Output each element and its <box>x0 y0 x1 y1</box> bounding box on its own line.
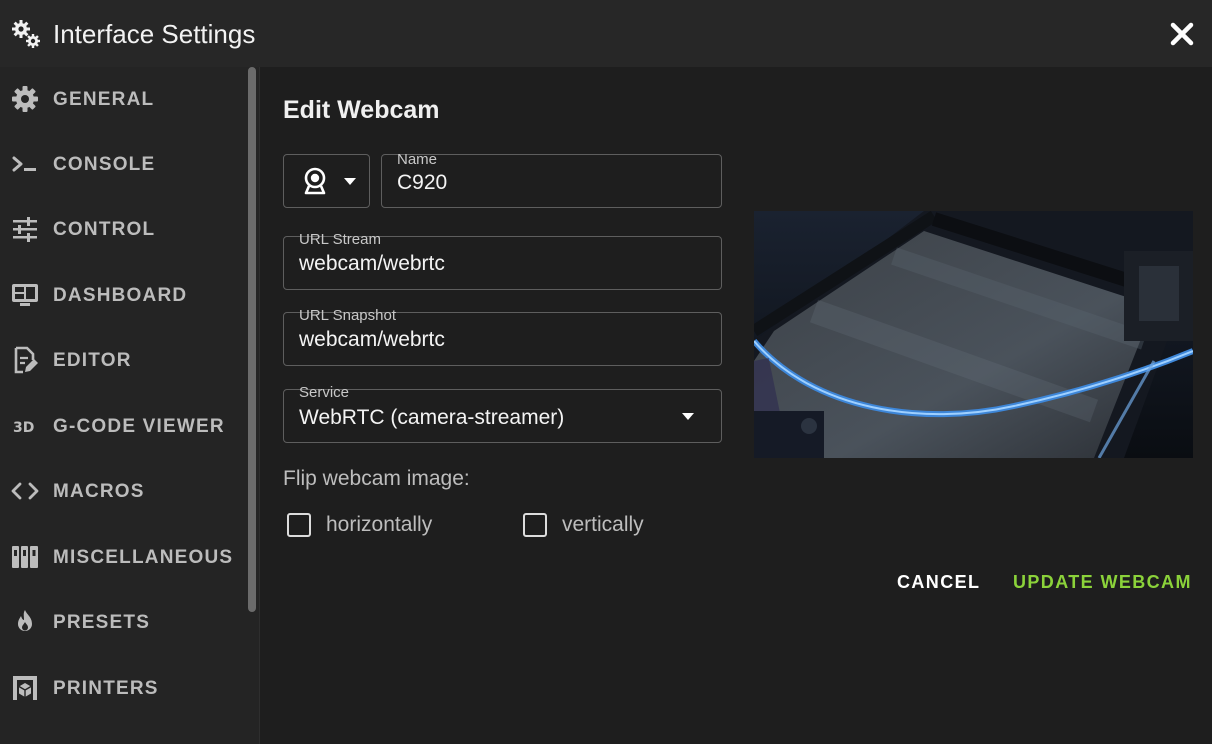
window-title: Interface Settings <box>53 19 256 49</box>
sidebar-item-editor[interactable]: EDITOR <box>0 329 245 389</box>
name-value: C920 <box>397 171 448 194</box>
url-stream-label: URL Stream <box>299 231 381 248</box>
miscellaneous-icon <box>12 546 38 568</box>
cogs-icon <box>12 20 40 48</box>
sidebar-item-label: EDITOR <box>53 350 132 371</box>
sidebar-item-label: PRINTERS <box>53 678 159 699</box>
sidebar-item-label: MISCELLANEOUS <box>53 547 234 568</box>
gear-icon <box>12 86 38 112</box>
sidebar-item-label: PRESETS <box>53 612 151 633</box>
tune-icon <box>13 217 37 242</box>
page-title: Edit Webcam <box>283 96 440 124</box>
3d-icon: 3D <box>13 420 34 436</box>
cancel-button[interactable]: CANCEL <box>897 571 980 593</box>
webcam-icon <box>304 167 326 195</box>
service-select[interactable]: Service WebRTC (camera-streamer) <box>283 384 722 443</box>
checkbox-box[interactable] <box>287 513 311 537</box>
sidebar-item-label: GENERAL <box>53 89 155 110</box>
url-stream-field[interactable]: URL Stream webcam/webrtc <box>283 231 722 290</box>
close-icon[interactable] <box>1168 20 1196 48</box>
sidebar-item-gcode-viewer[interactable]: 3D G-CODE VIEWER <box>0 395 245 455</box>
chevron-down-icon <box>682 413 694 420</box>
url-snapshot-label: URL Snapshot <box>299 307 397 324</box>
sidebar-item-presets[interactable]: PRESETS <box>0 591 245 651</box>
flip-vertical-checkbox[interactable]: vertically <box>523 513 663 539</box>
sidebar-item-macros[interactable]: MACROS <box>0 460 245 520</box>
flip-horizontal-label: horizontally <box>326 513 433 536</box>
console-icon <box>12 156 36 172</box>
sidebar-item-miscellaneous[interactable]: MISCELLANEOUS <box>0 526 245 586</box>
flip-vertical-label: vertically <box>562 513 644 536</box>
webcam-preview <box>754 211 1193 458</box>
sidebar-item-dashboard[interactable]: DASHBOARD <box>0 264 245 324</box>
printer-3d-icon <box>13 676 37 700</box>
file-edit-icon <box>14 346 38 374</box>
sidebar-item-label: DASHBOARD <box>53 285 188 306</box>
sidebar-item-general[interactable]: GENERAL <box>0 68 245 128</box>
sidebar-item-control[interactable]: CONTROL <box>0 198 245 258</box>
sidebar-item-printers[interactable]: PRINTERS <box>0 657 245 717</box>
webcam-preview-image <box>754 211 1193 458</box>
sidebar-item-label: MACROS <box>53 481 145 502</box>
title-bar: Interface Settings <box>0 0 1212 67</box>
monitor-dashboard-icon <box>12 284 38 306</box>
sidebar-item-label: G-CODE VIEWER <box>53 416 225 437</box>
webcam-icon-select[interactable] <box>283 154 370 208</box>
name-field[interactable]: Name C920 <box>381 151 722 208</box>
code-brackets-icon <box>11 482 39 500</box>
sidebar-item-console[interactable]: CONSOLE <box>0 133 245 193</box>
update-webcam-button[interactable]: UPDATE WEBCAM <box>1013 571 1192 593</box>
service-value: WebRTC (camera-streamer) <box>299 406 565 429</box>
sidebar-item-label: CONTROL <box>53 219 156 240</box>
name-label: Name <box>397 151 438 168</box>
checkbox-box[interactable] <box>523 513 547 537</box>
url-stream-value: webcam/webrtc <box>299 252 445 275</box>
flip-horizontal-checkbox[interactable]: horizontally <box>287 513 447 539</box>
fire-icon <box>18 610 32 631</box>
service-label: Service <box>299 384 350 401</box>
url-snapshot-field[interactable]: URL Snapshot webcam/webrtc <box>283 307 722 366</box>
sidebar-item-label: CONSOLE <box>53 154 156 175</box>
flip-label: Flip webcam image: <box>283 467 470 490</box>
sidebar-scrollbar[interactable] <box>248 67 256 612</box>
svg-text:3D: 3D <box>13 420 34 436</box>
chevron-down-icon <box>344 178 356 185</box>
sidebar-nav: GENERAL CONSOLE CONTROL DASHBOARD EDITOR… <box>0 67 260 744</box>
url-snapshot-value: webcam/webrtc <box>299 328 445 351</box>
